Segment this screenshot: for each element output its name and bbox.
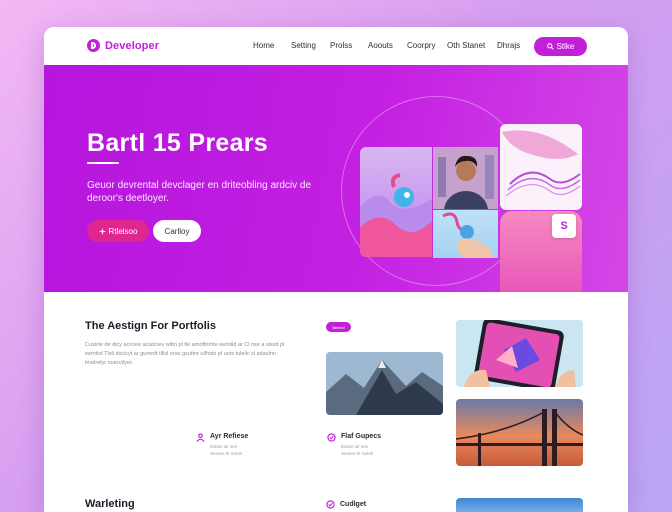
hand-holding-image	[442, 212, 493, 258]
nav-link-company[interactable]: Coorpry	[407, 41, 447, 50]
hero-person-tile	[433, 147, 498, 209]
mountain-image[interactable]	[326, 352, 443, 415]
sky-image[interactable]	[456, 498, 583, 512]
nav-link-drafts[interactable]: Dhrajs	[497, 41, 527, 50]
feature-title: Ayr Refiese	[210, 433, 249, 440]
feature-desc: Esttse ulr sen Seoree fe Sottnl	[341, 444, 374, 456]
hero-art-tile	[360, 147, 432, 257]
circle-check-icon	[327, 433, 336, 442]
logo-icon	[87, 39, 100, 52]
hero-secondary-button[interactable]: Carlloy	[153, 220, 201, 242]
abstract-wave-image	[502, 130, 581, 197]
person-photo-image	[433, 147, 498, 209]
nav-links: Home Setting Prolss Aoouts Coorpry Oth S…	[253, 41, 527, 50]
feature-title: Flaf Gupecs	[341, 433, 382, 440]
site-card: Developer Home Setting Prolss Aoouts Coo…	[44, 27, 628, 512]
circle-check-icon	[326, 500, 335, 509]
hero-divider	[87, 162, 119, 164]
feature-desc: Esttse ulr sen Seoree fe Sottnl	[210, 444, 243, 456]
abstract-art-image	[360, 173, 432, 257]
mountain-photo	[326, 352, 443, 415]
hero-hand-tile	[433, 210, 498, 258]
nav-cta-button[interactable]: Stlke	[534, 37, 587, 56]
hero-wave-tile	[500, 124, 582, 210]
nav-link-setting[interactable]: Setting	[291, 41, 330, 50]
bottom-feature-title: Cudlget	[340, 501, 367, 508]
tablet-photo	[456, 320, 583, 387]
nav-link-about[interactable]: Aoouts	[368, 41, 407, 50]
section-pill-badge[interactable]: Beedcl	[326, 322, 351, 332]
tablet-image[interactable]	[456, 320, 583, 387]
nav-link-projects[interactable]: Prolss	[330, 41, 368, 50]
hero-section: Bartl 15 Prears Geuor devrental devclage…	[44, 65, 628, 292]
person-icon	[196, 433, 205, 442]
s-logo-icon: S	[552, 214, 576, 238]
logo[interactable]: Developer	[87, 39, 159, 52]
nav-link-other[interactable]: Oth Stanet	[447, 41, 497, 50]
bottom-heading: Warleting	[85, 498, 135, 510]
logo-text: Developer	[105, 39, 160, 52]
hero-title: Bartl 15 Prears	[87, 129, 269, 157]
hero-subtitle: Geuor devrental devclager en driteobling…	[87, 180, 312, 204]
feature-item[interactable]: Ayr Refiese Esttse ulr sen Seoree fe Sot…	[196, 433, 252, 457]
bridge-photo	[456, 399, 583, 466]
search-icon	[546, 43, 554, 50]
top-nav: Developer Home Setting Prolss Aoouts Coo…	[44, 27, 628, 65]
bottom-feature[interactable]: Cudlget	[326, 500, 366, 509]
hero-primary-button[interactable]: Rtlelsoo	[87, 220, 149, 242]
section-description: Cusicle de dicy acrcew sicatcrev wittn p…	[85, 342, 285, 366]
bridge-image[interactable]	[456, 399, 583, 466]
sparkle-icon	[98, 227, 106, 235]
nav-link-home[interactable]: Home	[253, 41, 291, 50]
feature-item[interactable]: Flaf Gupecs Esttse ulr sen Seoree fe Sot…	[327, 433, 383, 457]
section-title: The Aestign For Portfolis	[85, 320, 216, 332]
hero-secondary-label: Carlloy	[164, 226, 190, 236]
nav-cta-label: Stlke	[556, 42, 575, 51]
hero-primary-label: Rtlelsoo	[108, 226, 138, 236]
